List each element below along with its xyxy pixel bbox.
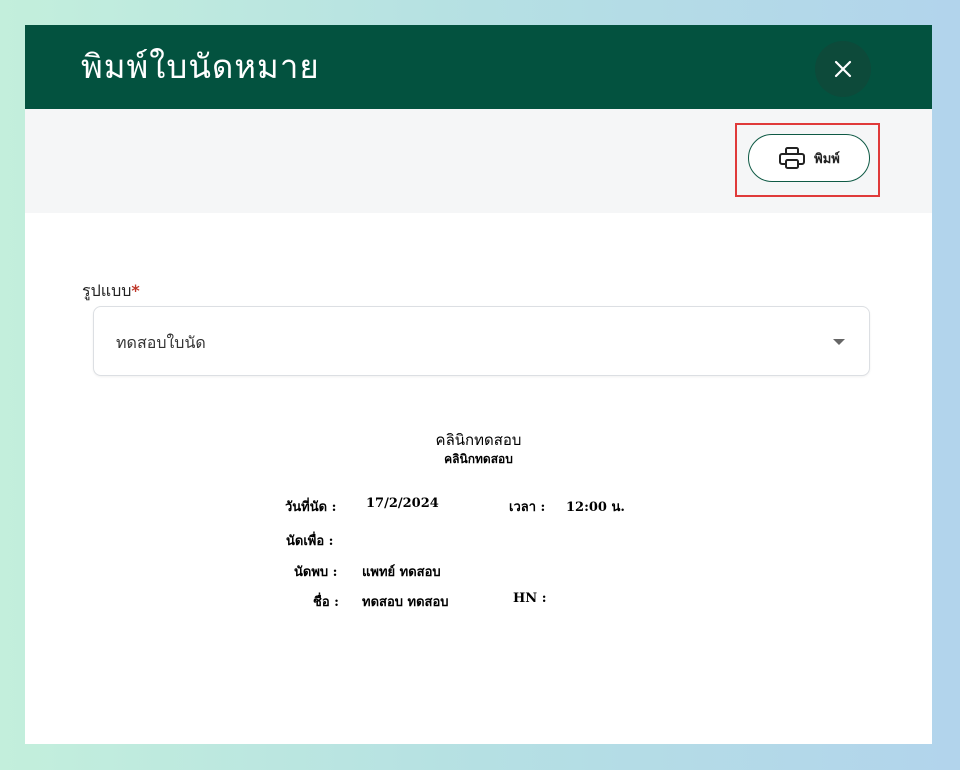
appointment-date-value: 17/2/2024 [366,496,439,511]
close-button[interactable] [815,41,871,97]
time-label: เวลา : [509,500,546,515]
format-select-value: ทดสอบใบนัด [116,333,206,352]
dialog-title: พิมพ์ใบนัดหมาย [81,47,320,86]
format-label-text: รูปแบบ [82,281,132,300]
clinic-name: คลินิกทดสอบ [435,431,522,449]
printer-icon [779,147,806,169]
print-button[interactable]: พิมพ์ [748,134,870,182]
print-button-label: พิมพ์ [814,151,840,167]
format-label: รูปแบบ* [82,279,140,304]
format-select[interactable]: ทดสอบใบนัด [93,306,870,376]
dialog-header: พิมพ์ใบนัดหมาย [25,25,932,109]
dialog-toolbar: พิมพ์ [25,109,932,213]
time-value: 12:00 น. [566,500,625,515]
clinic-subtitle: คลินิกทดสอบ [444,452,513,466]
caret-down-icon [833,339,845,345]
hn-label: HN : [513,591,547,606]
doctor-value: แพทย์ ทดสอบ [362,565,441,580]
doctor-label: นัดพบ : [294,565,338,580]
required-mark: * [131,281,140,300]
print-appointment-dialog: พิมพ์ใบนัดหมาย พิมพ์ รูปแบบ* ทดสอบใบนัด [25,25,932,744]
purpose-label: นัดเพื่อ : [286,534,334,549]
patient-name-label: ชื่อ : [313,595,339,610]
appointment-date-label: วันที่นัด : [285,500,337,515]
patient-name-value: ทดสอบ ทดสอบ [362,595,449,610]
close-icon [834,60,852,78]
